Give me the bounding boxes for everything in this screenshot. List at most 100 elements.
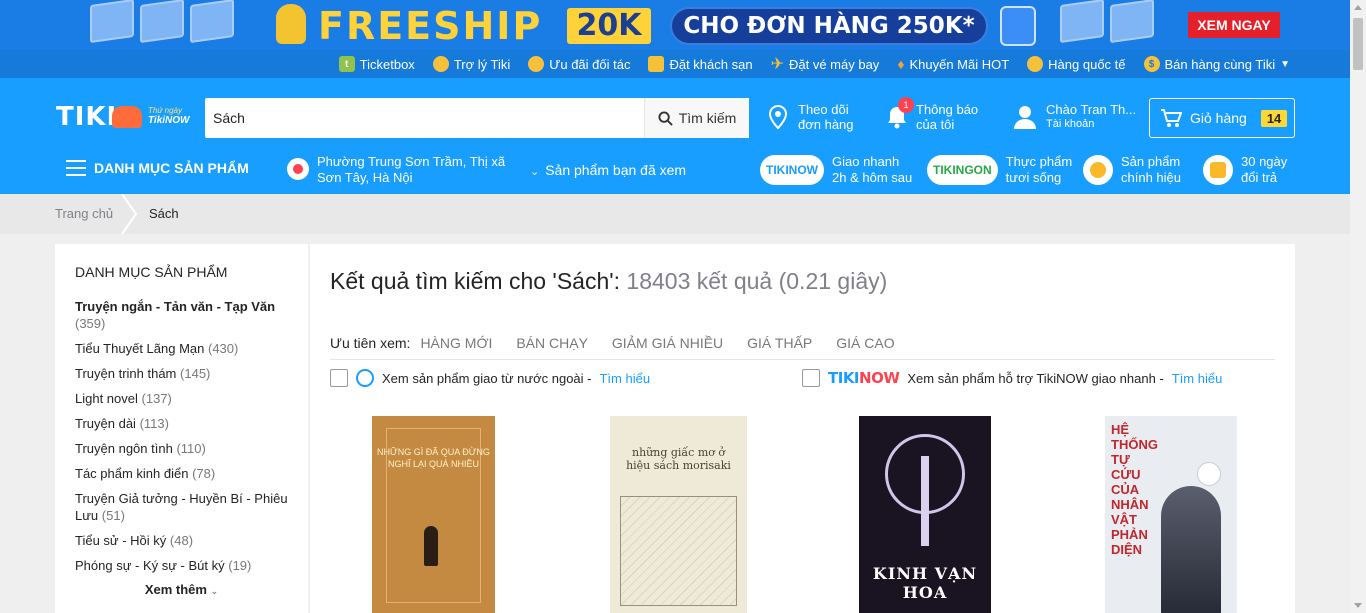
search-icon — [658, 110, 673, 126]
promo-boxes-right — [1060, 0, 1154, 50]
sort-biggest-discount[interactable]: GIẢM GIÁ NHIỀU — [612, 335, 723, 351]
sort-price-low[interactable]: GIÁ THẤP — [747, 335, 812, 351]
product-cover-title: NHỮNG GÌ ĐÃ QUA ĐỪNG NGHĨ LẠI QUÁ NHIỀU — [377, 447, 490, 469]
perk-tikinow[interactable]: TIKINOW Giao nhanh 2h & hôm sau — [760, 154, 912, 186]
search-results: Kết quả tìm kiếm cho 'Sách': 18403 kết q… — [310, 244, 1295, 613]
notifications[interactable]: 1 Thông báo của tôi — [886, 97, 978, 132]
sidebar-item-detective[interactable]: Truyện trinh thám (145) — [75, 365, 288, 382]
tikinow-badge-icon: TIKINOW — [760, 155, 824, 185]
user-icon — [1014, 106, 1036, 129]
breadcrumb-home[interactable]: Trang chủ — [55, 206, 113, 221]
filter-foreign: Xem sản phẩm giao từ nước ngoài - Tìm hi… — [330, 369, 650, 387]
toplink-global[interactable]: Hàng quốc tế — [1027, 56, 1126, 72]
tikinow-logo[interactable]: Thứ ngày TikiNOW — [112, 100, 196, 130]
perk-genuine[interactable]: Sản phẩm chính hiệu — [1083, 154, 1181, 186]
character-illustration — [1161, 486, 1221, 613]
toplink-hot-promo[interactable]: ♦ Khuyến Mãi HOT — [897, 56, 1009, 72]
ticketbox-icon: t — [338, 56, 355, 72]
notification-count-badge: 1 — [898, 97, 914, 113]
promo-headline: FREESHIP — [318, 4, 543, 48]
umbrella-girl-illustration — [424, 526, 438, 566]
globe-icon — [1027, 56, 1044, 72]
medal-icon — [1083, 155, 1113, 185]
promo-amount: 20K — [567, 8, 651, 44]
location-pin-icon — [287, 158, 309, 180]
perk-return[interactable]: 30 ngày đổi trả — [1203, 154, 1287, 186]
sidebar-item-classics[interactable]: Tác phẩm kinh điển (78) — [75, 465, 288, 482]
product-card[interactable]: KINH VẠN HOA — [859, 416, 991, 613]
assistant-icon — [432, 56, 449, 72]
sidebar-item-romance[interactable]: Tiểu Thuyết Lãng Mạn (430) — [75, 340, 288, 357]
hamburger-icon — [66, 160, 86, 176]
tikingon-badge-icon: TIKINGON — [927, 155, 998, 185]
search-bar: Tìm kiếm — [205, 98, 749, 138]
sort-price-high[interactable]: GIÁ CAO — [836, 335, 894, 351]
cart-icon — [1161, 109, 1182, 127]
breadcrumb-separator-icon — [121, 194, 138, 234]
foreign-learn-more-link[interactable]: Tìm hiểu — [599, 371, 650, 386]
promo-cta-button[interactable]: XEM NGAY — [1188, 12, 1280, 38]
toplink-flight[interactable]: ✈ Đặt vé máy bay — [771, 54, 880, 74]
return-box-icon — [1203, 155, 1233, 185]
fire-icon: ♦ — [897, 56, 905, 72]
toplink-assistant[interactable]: Trợ lý Tiki — [432, 56, 510, 72]
scrollbar-thumb[interactable] — [1353, 18, 1363, 70]
sort-bar: Ưu tiên xem: HÀNG MỚI BÁN CHẠY GIẢM GIÁ … — [330, 326, 1275, 360]
sort-best-selling[interactable]: BÁN CHẠY — [516, 335, 588, 351]
sort-newest[interactable]: HÀNG MỚI — [420, 335, 492, 351]
tikinow-logo-icon: TIKINOW — [828, 369, 900, 387]
product-card[interactable]: những giấc mơ ở hiệu sách morisaki — [610, 416, 747, 613]
category-sidebar: DANH MỤC SẢN PHẨM Truyện ngắn - Tản văn … — [55, 244, 308, 613]
category-menu-button[interactable]: DANH MỤC SẢN PHẨM — [66, 160, 249, 176]
account[interactable]: Chào Tran Th... Tài khoản — [1012, 102, 1136, 132]
promo-boxes-left — [90, 0, 234, 50]
location-track-icon — [768, 104, 788, 130]
sidebar-item-short-stories[interactable]: Truyện ngắn - Tản văn - Tạp Văn (359) — [75, 298, 288, 332]
sidebar-show-more[interactable]: Xem thêm ⌄ — [75, 582, 288, 597]
toplink-hotel[interactable]: Đặt khách sạn — [648, 56, 753, 72]
tikinow-checkbox[interactable] — [802, 369, 820, 387]
sidebar-item-ngon-tinh[interactable]: Truyện ngôn tình (110) — [75, 440, 288, 457]
foreign-delivery-checkbox[interactable] — [330, 369, 348, 387]
tiki-logo[interactable]: TIKI — [56, 102, 117, 132]
sort-label: Ưu tiên xem: — [330, 334, 411, 351]
globe-icon — [356, 369, 374, 387]
sidebar-item-light-novel[interactable]: Light novel (137) — [75, 390, 288, 407]
product-card[interactable]: HỆ THỐNG TỰ CỨU CỦA NHÂN VẬT PHẢN DIỆN — [1105, 416, 1237, 613]
viewed-products-dropdown[interactable]: ⌄ Sản phẩm bạn đã xem — [530, 162, 686, 178]
chevron-down-icon: ⌄ — [210, 586, 219, 596]
promo-banner[interactable]: FREESHIP 20K CHO ĐƠN HÀNG 250K* XEM NGAY — [0, 0, 1350, 50]
hotel-icon — [648, 56, 665, 72]
delivery-location[interactable]: Phường Trung Sơn Trầm, Thị xã Sơn Tây, H… — [287, 154, 507, 186]
sidebar-item-reportage[interactable]: Phóng sự - Ký sự - Bút ký (19) — [75, 557, 288, 574]
breadcrumb-current: Sách — [149, 206, 179, 221]
toplink-partner-deal[interactable]: Ưu đãi đối tác — [528, 56, 630, 72]
filter-tikinow: TIKINOW Xem sản phẩm hỗ trợ TikiNOW giao… — [802, 369, 1222, 387]
search-button[interactable]: Tìm kiếm — [644, 98, 749, 138]
partner-deal-icon — [528, 56, 545, 72]
promo-condition: CHO ĐƠN HÀNG 250K* — [670, 7, 988, 45]
scroll-up-icon[interactable] — [1354, 5, 1362, 10]
toplink-sell[interactable]: $ Bán hàng cùng Tiki ▼ — [1143, 56, 1290, 72]
perk-tikingon[interactable]: TIKINGON Thực phẩm tươi sống — [927, 154, 1072, 186]
chevron-down-icon: ⌄ — [530, 166, 540, 178]
scroll-down-icon[interactable] — [1354, 603, 1362, 608]
chevron-down-icon: ▼ — [1280, 58, 1290, 70]
search-input[interactable] — [205, 98, 645, 138]
sidebar-item-fantasy[interactable]: Truyện Giả tưởng - Huyền Bí - Phiêu Lưu … — [75, 490, 288, 524]
product-card[interactable]: NHỮNG GÌ ĐÃ QUA ĐỪNG NGHĨ LẠI QUÁ NHIỀU — [372, 416, 495, 613]
cart-button[interactable]: Giỏ hàng 14 — [1149, 98, 1295, 138]
toplink-ticketbox[interactable]: t Ticketbox — [338, 56, 415, 72]
sidebar-item-long-novel[interactable]: Truyện dài (113) — [75, 415, 288, 432]
cart-count-badge: 14 — [1260, 109, 1288, 127]
breadcrumb: Trang chủ Sách — [0, 194, 1350, 234]
top-links-bar: t Ticketbox Trợ lý Tiki Ưu đãi đối tác Đặ… — [0, 50, 1350, 78]
product-cover-title: những giấc mơ ở hiệu sách morisaki — [626, 446, 731, 472]
sidebar-item-biography[interactable]: Tiểu sử - Hồi ký (48) — [75, 532, 288, 549]
tikinow-learn-more-link[interactable]: Tìm hiểu — [1172, 371, 1223, 386]
track-order[interactable]: Theo dõi đơn hàng — [766, 102, 854, 132]
product-cover-title: HỆ THỐNG TỰ CỨU CỦA NHÂN VẬT PHẢN DIỆN — [1111, 422, 1158, 557]
key-illustration — [921, 456, 929, 546]
plane-icon: ✈ — [770, 56, 784, 73]
page-scrollbar[interactable] — [1350, 0, 1366, 613]
